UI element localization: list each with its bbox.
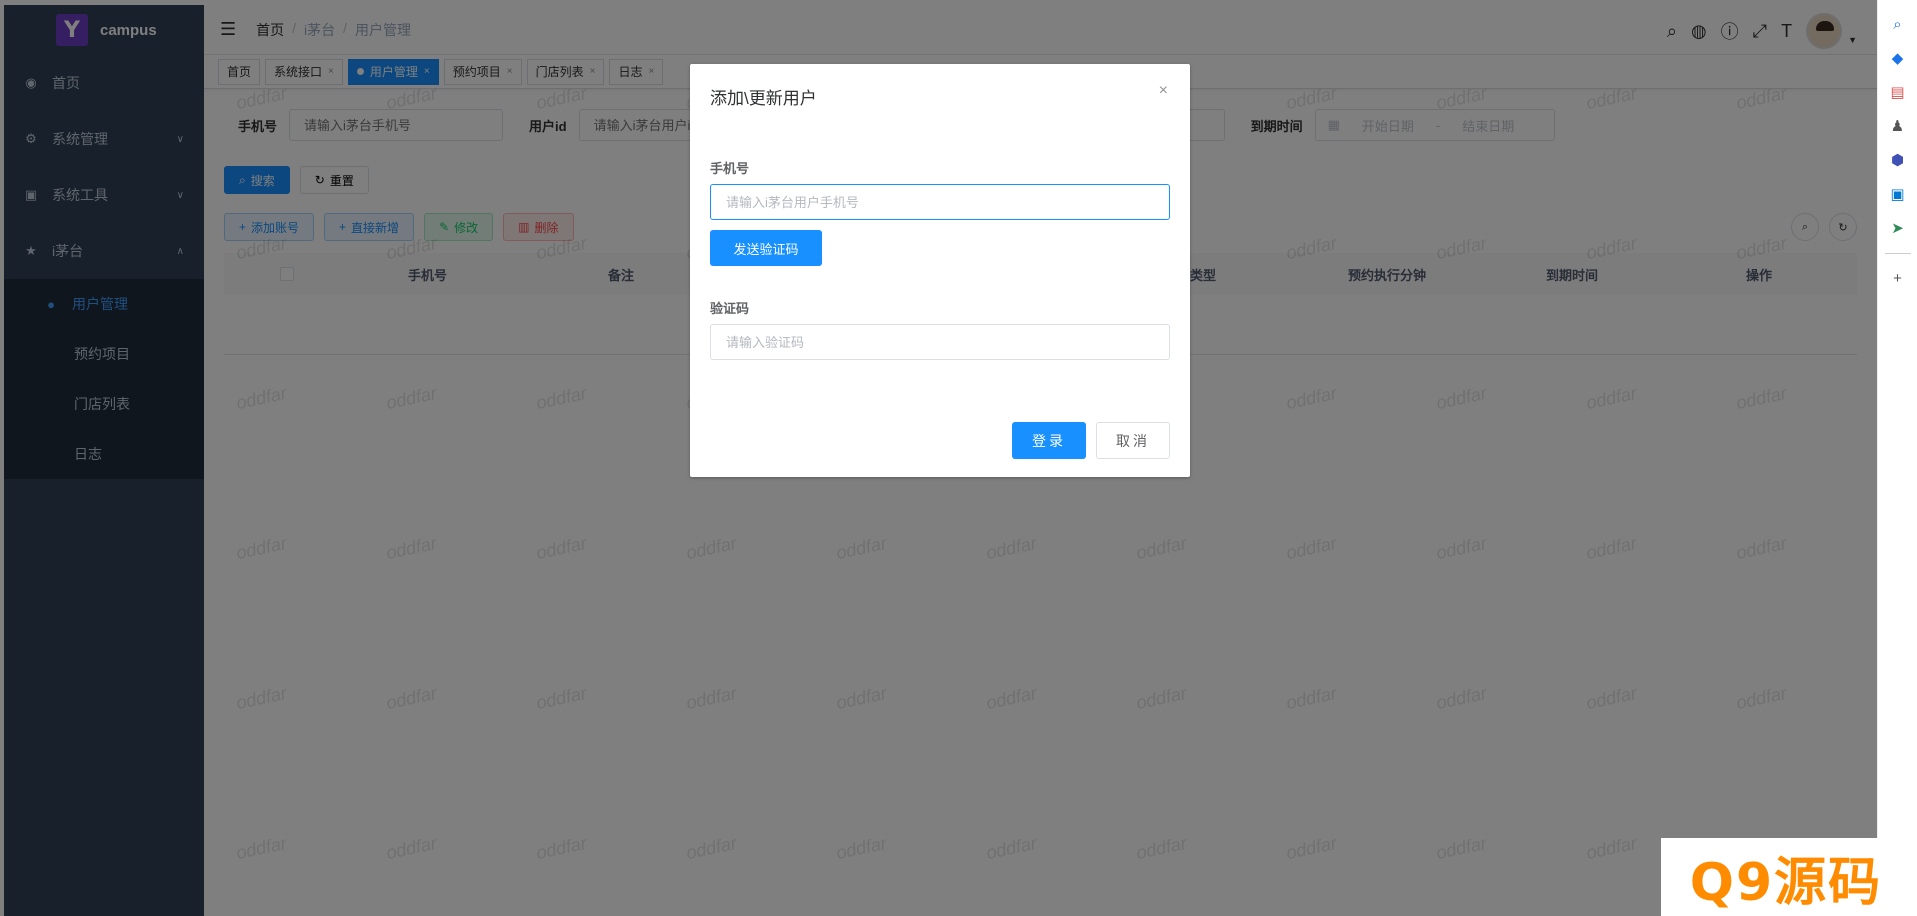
- copilot-icon[interactable]: ⬢: [1891, 151, 1904, 169]
- login-button[interactable]: 登录: [1012, 422, 1086, 459]
- browser-side-rail: ⌕ ◆ ▤ ♟ ⬢ ▣ ➤ +: [1877, 0, 1917, 916]
- phone-input[interactable]: [710, 184, 1170, 220]
- tag-icon[interactable]: ◆: [1892, 49, 1904, 67]
- send-icon[interactable]: ➤: [1891, 219, 1904, 237]
- plus-icon[interactable]: +: [1893, 270, 1902, 287]
- briefcase-icon[interactable]: ▤: [1890, 83, 1904, 101]
- divider: [1884, 253, 1911, 254]
- dialog-title: 添加\更新用户: [710, 89, 817, 108]
- chess-icon[interactable]: ♟: [1891, 117, 1904, 135]
- phone-field-label: 手机号: [710, 161, 750, 176]
- brand-logo: Q9源码: [1661, 838, 1911, 916]
- close-icon[interactable]: ×: [1159, 82, 1168, 100]
- add-update-user-dialog: 添加\更新用户 × 手机号 发送验证码 验证码 登录 取消: [690, 64, 1190, 477]
- brand-text: Q9源码: [1689, 852, 1883, 913]
- code-field-label: 验证码: [710, 301, 750, 316]
- send-code-button[interactable]: 发送验证码: [710, 230, 822, 266]
- search-icon[interactable]: ⌕: [1893, 16, 1901, 33]
- cancel-button[interactable]: 取消: [1096, 422, 1170, 459]
- outlook-icon[interactable]: ▣: [1890, 185, 1904, 203]
- verification-code-input[interactable]: [710, 324, 1170, 360]
